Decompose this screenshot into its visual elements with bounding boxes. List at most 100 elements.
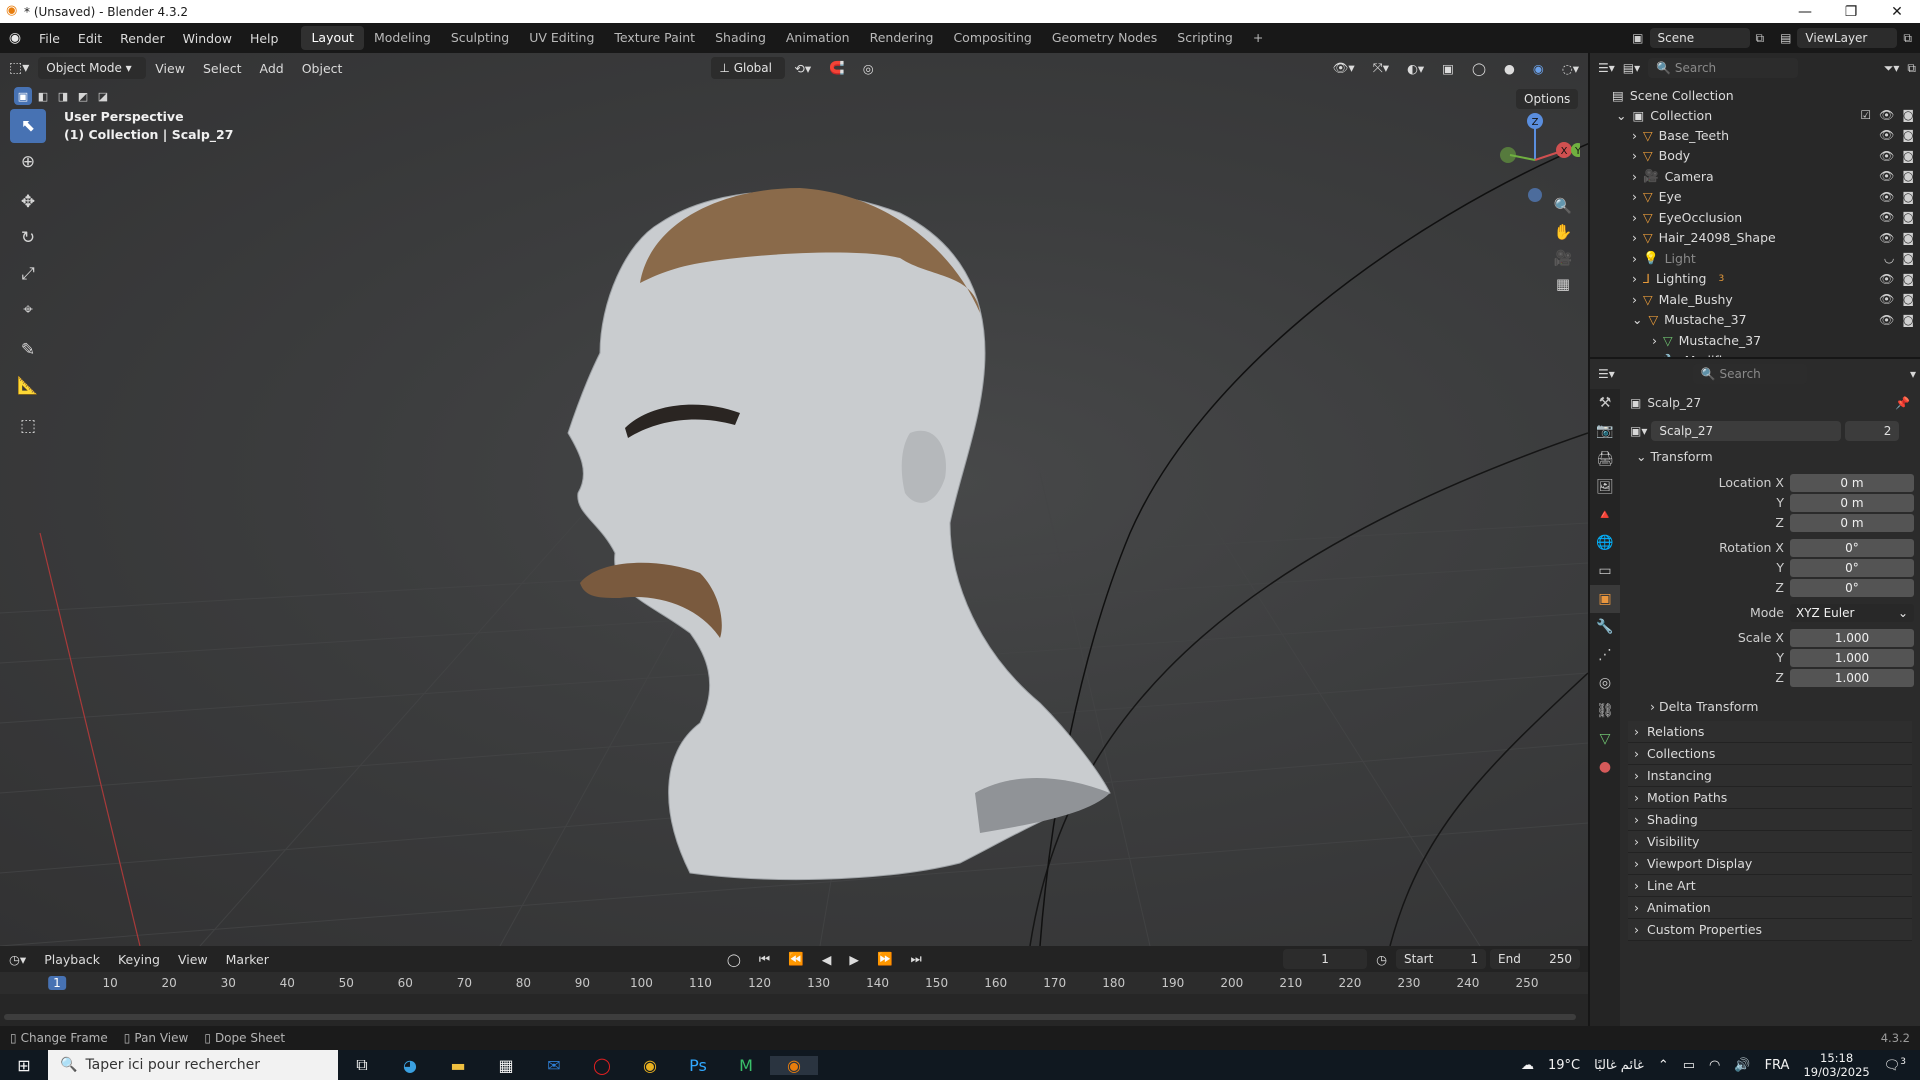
menu-render[interactable]: Render (111, 31, 174, 46)
tab-world-icon[interactable]: 🌐 (1590, 529, 1620, 557)
select-invert-icon[interactable]: ◩ (74, 87, 92, 105)
expand-arrow-icon[interactable]: › (1632, 128, 1637, 143)
blender-taskbar-icon[interactable]: ◉ (770, 1055, 818, 1075)
tab-output-icon[interactable]: 🖨 (1590, 445, 1620, 473)
measure-tool[interactable]: 📐 (10, 369, 46, 403)
collection-row[interactable]: ⌄ ▣ Collection ☑ 👁 ◙ (1590, 105, 1920, 125)
scene-selector[interactable]: Scene (1649, 28, 1750, 48)
gizmo-toggle-icon[interactable]: ⤧▾ (1364, 60, 1398, 76)
outliner-item-mustache_37[interactable]: ⌄ ▽ Mustache_37 👁 ◙ (1590, 310, 1920, 330)
select-box-tool[interactable]: ⬉ (10, 109, 46, 143)
scene-collection-row[interactable]: ▤ Scene Collection (1590, 85, 1920, 105)
expand-arrow-icon[interactable]: › (1632, 148, 1637, 163)
visibility-icon[interactable]: 👁▾ (1324, 60, 1364, 76)
outliner-editor-type-icon[interactable]: ☰▾ (1598, 61, 1615, 75)
render-camera-icon[interactable]: ◙ (1902, 128, 1914, 142)
expand-arrow-icon[interactable]: › (1632, 271, 1637, 286)
rotate-tool[interactable]: ↻ (10, 221, 46, 255)
users-count[interactable]: 2 (1845, 421, 1900, 441)
pivot-icon[interactable]: ⟲▾ (785, 61, 820, 76)
tab-compositing[interactable]: Compositing (943, 26, 1041, 50)
tab-data-icon[interactable]: ▽ (1590, 725, 1620, 753)
tab-shading[interactable]: Shading (705, 26, 776, 50)
visibility-eye-icon[interactable]: 👁 (1879, 190, 1894, 204)
3d-viewport[interactable]: ⬚▾ Object Mode ▾ View Select Add Object … (0, 53, 1588, 946)
weather-icon[interactable]: ☁ (1521, 1058, 1534, 1073)
outliner-search-input[interactable]: 🔍 Search (1648, 58, 1799, 78)
menu-view[interactable]: View (146, 61, 194, 76)
menu-file[interactable]: File (30, 31, 69, 46)
visibility-eye-icon[interactable]: 👁 (1879, 128, 1894, 142)
outliner-item-light[interactable]: › 💡 Light ◡ ◙ (1590, 248, 1920, 268)
network-icon[interactable]: ◠ (1709, 1058, 1720, 1073)
panel-visibility[interactable]: › Visibility (1628, 831, 1912, 853)
pin-icon[interactable]: 📌 (1895, 396, 1910, 410)
menu-timeline-view[interactable]: View (169, 952, 217, 967)
outliner-item-lighting[interactable]: › ⅃ Lighting 3 👁 ◙ (1590, 269, 1920, 289)
tab-animation[interactable]: Animation (776, 26, 860, 50)
data-block-icon[interactable]: ▣▾ (1630, 424, 1647, 438)
render-camera-icon[interactable]: ◙ (1902, 149, 1914, 163)
new-view-layer-icon[interactable]: ⧉ (1903, 31, 1912, 46)
visibility-eye-icon[interactable]: 👁 (1879, 313, 1894, 327)
tab-sculpting[interactable]: Sculpting (441, 26, 519, 50)
tab-particles-icon[interactable]: ⋰ (1590, 641, 1620, 669)
visibility-eye-icon[interactable]: 👁 (1879, 210, 1894, 224)
add-cube-tool[interactable]: ⬚ (10, 409, 46, 443)
proportional-edit-icon[interactable]: ◎ (854, 61, 883, 76)
tab-geometry-nodes[interactable]: Geometry Nodes (1042, 26, 1167, 50)
editor-type-icon[interactable]: ⬚▾ (0, 60, 38, 76)
jump-keyframe-back-icon[interactable]: ⏪ (779, 951, 813, 967)
current-frame-field[interactable]: 1 (1283, 949, 1368, 969)
properties-editor-type-icon[interactable]: ☰▾ (1598, 367, 1615, 381)
menu-object[interactable]: Object (293, 61, 352, 76)
photoshop-icon[interactable]: Ps (674, 1056, 722, 1075)
menu-marker[interactable]: Marker (217, 952, 278, 967)
opera-icon[interactable]: ◯ (578, 1056, 626, 1075)
rotation-x-field[interactable]: 0° (1790, 539, 1914, 557)
zoom-icon[interactable]: 🔍 (1550, 193, 1576, 219)
tab-scene-icon[interactable]: 🔺 (1590, 501, 1620, 529)
tab-uv-editing[interactable]: UV Editing (519, 26, 604, 50)
notifications-icon[interactable]: 🗨3 (1884, 1057, 1906, 1073)
maximize-button[interactable]: ❐ (1828, 4, 1874, 20)
outliner-item-camera[interactable]: › 🎥 Camera 👁 ◙ (1590, 166, 1920, 186)
outliner-item-male_bushy[interactable]: › ▽ Male_Bushy 👁 ◙ (1590, 289, 1920, 309)
cursor-tool[interactable]: ⊕ (10, 145, 46, 179)
panel-line-art[interactable]: › Line Art (1628, 875, 1912, 897)
annotate-tool[interactable]: ✎ (10, 333, 46, 367)
close-button[interactable]: ✕ (1874, 4, 1920, 20)
material-shading-icon[interactable]: ◉ (1524, 61, 1553, 76)
solid-shading-icon[interactable]: ● (1495, 61, 1524, 76)
location-z-field[interactable]: 0 m (1790, 514, 1914, 532)
expand-arrow-icon[interactable]: › (1632, 169, 1637, 184)
menu-window[interactable]: Window (174, 31, 241, 46)
location-y-field[interactable]: 0 m (1790, 494, 1914, 512)
battery-icon[interactable]: ▭ (1683, 1058, 1695, 1073)
jump-end-icon[interactable]: ⏭ (902, 951, 931, 967)
properties-options-icon[interactable]: ▾ (1910, 367, 1916, 381)
panel-shading[interactable]: › Shading (1628, 809, 1912, 831)
tab-constraints-icon[interactable]: ⛓ (1590, 697, 1620, 725)
expand-arrow-icon[interactable]: › (1632, 230, 1637, 245)
collapse-arrow-icon[interactable]: ⌄ (1632, 312, 1642, 327)
transform-panel-header[interactable]: ⌄ Transform (1636, 449, 1713, 464)
render-camera-icon[interactable]: ◙ (1902, 190, 1914, 204)
clock[interactable]: 15:18 19/03/2025 (1803, 1051, 1869, 1079)
panel-relations[interactable]: › Relations (1628, 721, 1912, 743)
end-frame-field[interactable]: End 250 (1490, 949, 1580, 969)
visibility-eye-icon[interactable]: 👁 (1879, 149, 1894, 163)
expand-arrow-icon[interactable]: › (1632, 251, 1637, 266)
orientation-selector[interactable]: ⊥ Global (711, 57, 786, 79)
timeline-scrollbar[interactable] (4, 1014, 1576, 1020)
blender-menu-icon[interactable]: ◉ (0, 30, 30, 46)
panel-motion-paths[interactable]: › Motion Paths (1628, 787, 1912, 809)
tab-rendering[interactable]: Rendering (860, 26, 944, 50)
tab-view-layer-icon[interactable]: 🖼 (1590, 473, 1620, 501)
move-tool[interactable]: ✥ (10, 185, 46, 219)
outliner-child-mustache_37[interactable]: › ▽ Mustache_37 (1590, 330, 1920, 350)
properties-search-input[interactable]: 🔍 Search (1692, 364, 1807, 384)
play-icon[interactable]: ▶ (840, 952, 868, 967)
visibility-eye-icon[interactable]: 👁 (1879, 231, 1894, 245)
panel-animation[interactable]: › Animation (1628, 897, 1912, 919)
